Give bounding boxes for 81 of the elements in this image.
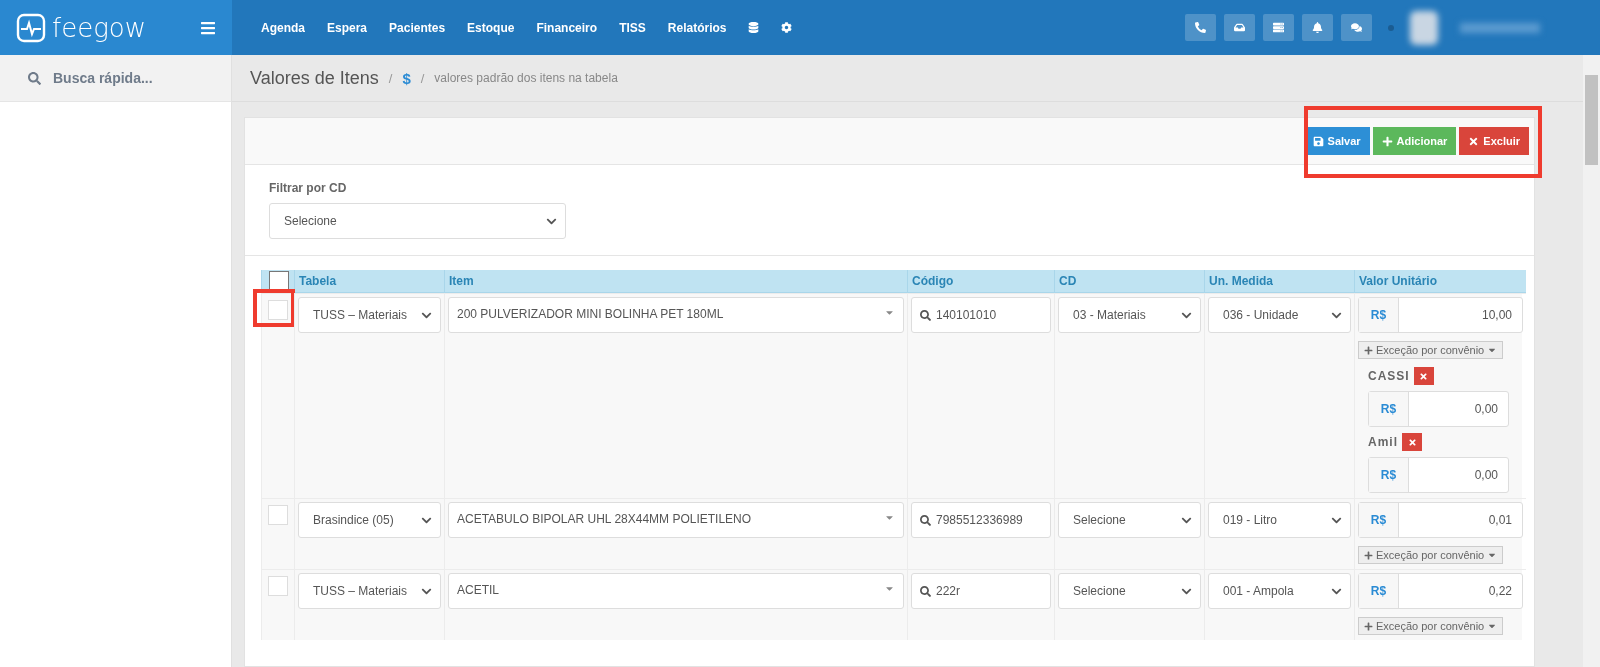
logo-icon [16, 12, 46, 43]
insurer-name: CASSI [1368, 369, 1410, 383]
close-icon [1407, 437, 1417, 447]
user-avatar[interactable] [1410, 10, 1438, 45]
cd-select[interactable]: Selecione [1058, 502, 1201, 538]
table-select[interactable]: TUSS – Materiais [298, 297, 441, 333]
server-button[interactable] [1263, 14, 1294, 41]
breadcrumb-separator: / [420, 70, 425, 86]
column-header: Valor Unitário [1354, 270, 1526, 293]
item-field[interactable]: 200 PULVERIZADOR MINI BOLINHA PET 180ML [448, 297, 904, 333]
nav-link[interactable]: Agenda [250, 20, 316, 35]
filter-select[interactable]: Selecione [269, 203, 566, 239]
status-dot [1388, 24, 1394, 31]
nav-link[interactable]: Pacientes [378, 20, 457, 35]
insurer-name: Amil [1368, 435, 1398, 449]
plus-icon [1381, 135, 1393, 147]
table-select[interactable]: TUSS – Materiais [298, 573, 441, 609]
item-field[interactable]: ACETABULO BIPOLAR UHL 28X44MM POLIETILENO [448, 502, 904, 538]
breadcrumb-text: valores padrão dos itens na tabela [434, 71, 618, 85]
item-field[interactable]: ACETIL [448, 573, 904, 609]
page-title: Valores de Itens [250, 67, 379, 89]
phone-icon [1195, 22, 1206, 33]
plus-icon [1364, 345, 1373, 355]
nav-link[interactable]: Financeiro [525, 20, 609, 35]
column-header: Un. Medida [1204, 270, 1354, 293]
nav-link[interactable]: Espera [316, 20, 379, 35]
phone-button[interactable] [1185, 14, 1216, 41]
search-icon [28, 71, 41, 85]
unit-select[interactable]: 019 - Litro [1208, 502, 1351, 538]
price-field[interactable]: R$ 0,00 [1368, 391, 1509, 427]
unit-select[interactable]: 001 - Ampola [1208, 573, 1351, 609]
close-icon [1468, 135, 1480, 147]
unit-select[interactable]: 036 - Unidade [1208, 297, 1351, 333]
search-icon [920, 585, 931, 597]
select-all-checkbox[interactable] [269, 271, 289, 291]
brand-name: feegow [52, 12, 146, 43]
code-search-field[interactable]: 7985512336989 [911, 502, 1051, 538]
price-field[interactable]: R$ 0,00 [1368, 457, 1509, 493]
row-checkbox[interactable] [268, 300, 288, 320]
search-icon [920, 514, 931, 526]
exception-dropdown-button[interactable]: Exceção por convênio [1358, 546, 1504, 564]
cd-select[interactable]: Selecione [1058, 573, 1201, 609]
column-header: Código [907, 270, 1054, 293]
plus-icon [1364, 550, 1373, 560]
remove-button[interactable] [1402, 433, 1422, 451]
inbox-icon [1234, 22, 1245, 33]
column-header: Tabela [294, 270, 444, 293]
price-field[interactable]: R$ 10,00 [1358, 297, 1523, 333]
nav-link[interactable]: Estoque [456, 20, 526, 35]
bell-icon [1312, 22, 1323, 33]
table-select[interactable]: Brasindice (05) [298, 502, 441, 538]
chat-icon [1351, 22, 1362, 33]
exception-dropdown-button[interactable]: Exceção por convênio [1358, 617, 1504, 635]
code-search-field[interactable]: 222r [911, 573, 1051, 609]
column-header: Item [444, 270, 907, 293]
remove-button[interactable] [1413, 367, 1434, 385]
notifications-button[interactable] [1302, 14, 1333, 41]
nav-link[interactable]: Relatórios [656, 20, 738, 35]
inbox-button[interactable] [1224, 14, 1255, 41]
column-header: CD [1054, 270, 1204, 293]
menu-icon[interactable] [200, 19, 216, 36]
plus-icon [1364, 621, 1373, 631]
scrollbar-thumb[interactable] [1585, 75, 1598, 165]
price-field[interactable]: R$ 0,01 [1358, 502, 1523, 538]
chat-button[interactable] [1341, 14, 1372, 41]
cd-select[interactable]: 03 - Materiais [1058, 297, 1201, 333]
nav-link[interactable]: TISS [608, 20, 657, 35]
row-checkbox[interactable] [268, 576, 288, 596]
save-icon [1312, 135, 1324, 147]
code-search-field[interactable]: 140101010 [911, 297, 1051, 333]
search-icon [920, 309, 931, 321]
filter-label: Filtrar por CD [269, 181, 348, 195]
breadcrumb-separator: / [388, 70, 393, 86]
delete-button[interactable]: Excluir [1459, 127, 1529, 155]
highlight-frame [253, 289, 295, 327]
server-icon [1273, 22, 1284, 33]
exception-dropdown-button[interactable]: Exceção por convênio [1358, 341, 1504, 359]
close-icon [1419, 371, 1429, 381]
price-field[interactable]: R$ 0,22 [1358, 573, 1523, 609]
quick-search-field[interactable]: Busca rápida... [0, 55, 231, 102]
row-checkbox[interactable] [268, 505, 288, 525]
